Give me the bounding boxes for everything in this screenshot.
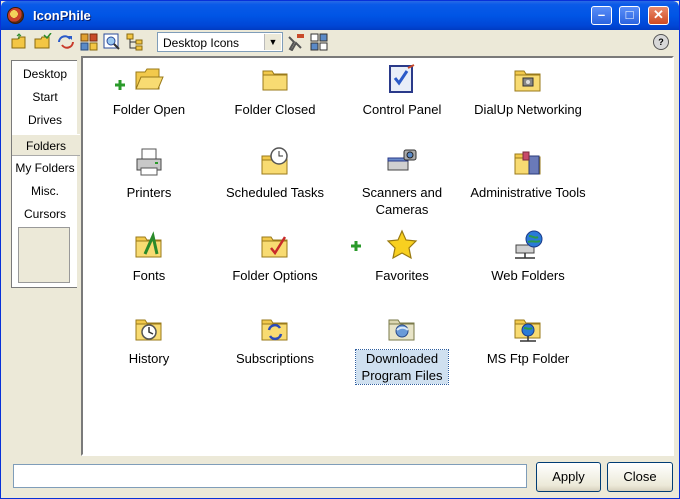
help-button[interactable]: ? [653, 34, 669, 50]
title-bar[interactable]: IconPhile – □ ✕ [1, 1, 679, 30]
category-tabs: Desktop Start Drives Folders My Folders … [11, 60, 80, 288]
tab-my-folders[interactable]: My Folders [12, 157, 78, 179]
icon-label: Web Folders [491, 268, 565, 283]
grid-view-icon[interactable] [80, 33, 98, 51]
tiles-icon[interactable] [310, 33, 328, 51]
close-window-button[interactable]: ✕ [648, 6, 669, 25]
icon-grid: Folder Open Folder Closed Control Panel … [81, 56, 674, 456]
tab-folders[interactable]: Folders [12, 134, 80, 156]
icon-label: Downloaded Program Files [355, 349, 449, 385]
apply-button[interactable]: Apply [536, 462, 601, 492]
tools-icon[interactable] [287, 33, 305, 51]
iconphile-window: IconPhile – □ ✕ Desktop Icons ▼ ? Deskto… [0, 0, 680, 499]
tab-preview-panel [18, 227, 70, 283]
plus-icon [115, 80, 125, 90]
close-button[interactable]: Close [607, 462, 673, 492]
dialup-networking-icon [514, 70, 541, 92]
icon-label: Folder Open [112, 102, 186, 117]
ms-ftp-folder-icon [514, 319, 541, 342]
maximize-button[interactable]: □ [619, 6, 640, 25]
app-icon[interactable] [7, 7, 24, 24]
icon-label: Scanners and Cameras [361, 185, 443, 217]
icon-label: DialUp Networking [474, 102, 582, 117]
icon-label: Folder Options [232, 268, 318, 283]
open-folder-icon[interactable] [11, 33, 29, 51]
icon-label: Folder Closed [234, 102, 316, 117]
icon-set-value: Desktop Icons [163, 36, 240, 50]
icon-label: Administrative Tools [470, 185, 586, 200]
administrative-tools-icon [514, 151, 541, 175]
icon-label: Subscriptions [235, 351, 315, 366]
tab-drives[interactable]: Drives [12, 109, 78, 131]
chevron-down-icon[interactable]: ▼ [264, 34, 281, 50]
tab-desktop[interactable]: Desktop [12, 63, 78, 85]
icon-label: Control Panel [362, 102, 442, 117]
scheduled-tasks-icon [261, 147, 288, 175]
icon-label: History [128, 351, 170, 366]
history-icon [135, 319, 162, 341]
window-title: IconPhile [33, 8, 91, 23]
folder-open-icon [135, 68, 164, 90]
folder-closed-icon [262, 70, 288, 91]
icon-label: Printers [126, 185, 172, 200]
status-field [13, 464, 527, 488]
toolbar: Desktop Icons ▼ ? [5, 30, 677, 54]
fonts-icon [135, 231, 162, 258]
folder-options-icon [261, 236, 288, 258]
tab-misc[interactable]: Misc. [12, 180, 78, 202]
icon-label: Favorites [375, 268, 429, 283]
tree-view-icon[interactable] [126, 33, 144, 51]
scanners-cameras-icon [387, 149, 417, 171]
tab-cursors[interactable]: Cursors [12, 203, 78, 225]
minimize-button[interactable]: – [591, 6, 612, 25]
icon-set-dropdown[interactable]: Desktop Icons ▼ [157, 32, 283, 52]
control-panel-icon [389, 64, 415, 93]
refresh-icon[interactable] [57, 33, 75, 51]
icon-label: Scheduled Tasks [225, 185, 325, 200]
web-folders-icon [515, 230, 543, 259]
tab-start[interactable]: Start [12, 86, 78, 108]
preview-icon[interactable] [103, 33, 121, 51]
favorites-icon [386, 229, 418, 260]
save-folder-icon[interactable] [34, 33, 52, 51]
printers-icon [136, 148, 162, 176]
downloaded-program-files-icon [388, 319, 415, 341]
icon-label: MS Ftp Folder [486, 351, 570, 366]
plus-icon [351, 241, 361, 251]
icon-label: Fonts [132, 268, 166, 283]
subscriptions-icon [261, 319, 288, 341]
